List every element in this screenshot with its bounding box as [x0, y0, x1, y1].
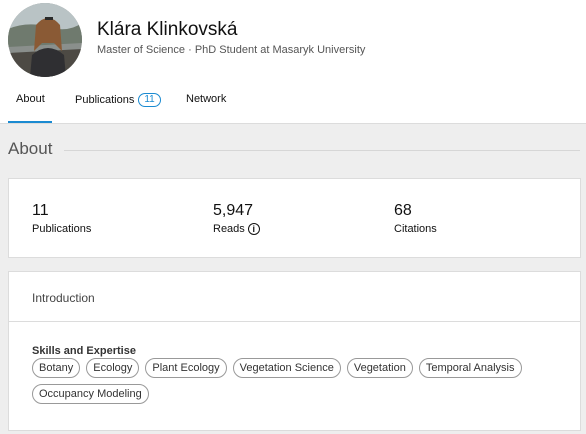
introduction-card: Introduction Skills and Expertise Botany… [8, 271, 581, 431]
skill-tag[interactable]: Occupancy Modeling [32, 384, 149, 404]
info-icon[interactable]: i [247, 223, 260, 235]
section-divider [64, 150, 580, 151]
skill-tag[interactable]: Ecology [86, 358, 140, 378]
tab-network[interactable]: Network [186, 93, 226, 105]
stat-label: Reads i [213, 223, 260, 235]
profile-header: Klára Klinkovská Master of Science · PhD… [0, 0, 586, 124]
skill-tag[interactable]: Temporal Analysis [418, 358, 522, 378]
profile-name: Klára Klinkovská [97, 19, 238, 40]
profile-subtitle: Master of Science · PhD Student at Masar… [97, 44, 366, 56]
stat-label-text: Citations [394, 223, 437, 235]
introduction-divider [9, 321, 580, 322]
tab-publications[interactable]: Publications 11 [75, 93, 161, 107]
skill-tag[interactable]: Botany [32, 358, 81, 378]
stat-label: Citations [394, 223, 437, 235]
skill-tag[interactable]: Vegetation [346, 358, 413, 378]
skill-tag[interactable]: Vegetation Science [232, 358, 341, 378]
stat-label-text: Reads [213, 223, 245, 235]
introduction-title: Introduction [32, 291, 95, 305]
section-title-about: About [8, 139, 53, 158]
publications-count-badge: 11 [138, 93, 161, 107]
skills-list: Botany Ecology Plant Ecology Vegetation … [32, 358, 572, 404]
stat-citations: 68 Citations [394, 202, 437, 235]
stat-value: 11 [32, 202, 49, 219]
stat-value: 5,947 [213, 202, 254, 219]
skill-tag[interactable]: Plant Ecology [145, 358, 227, 378]
stat-publications: 11 Publications [32, 202, 91, 235]
stat-value: 68 [394, 202, 412, 219]
active-tab-indicator [8, 121, 52, 123]
tab-about[interactable]: About [16, 93, 45, 105]
tab-publications-label: Publications [75, 94, 135, 106]
avatar[interactable] [8, 3, 82, 77]
skills-title: Skills and Expertise [32, 345, 136, 357]
stat-label-text: Publications [32, 223, 92, 235]
stats-card: 11 Publications 5,947 Reads i 68 Citatio… [8, 178, 581, 258]
stat-label: Publications [32, 223, 91, 235]
stat-reads: 5,947 Reads i [213, 202, 260, 235]
